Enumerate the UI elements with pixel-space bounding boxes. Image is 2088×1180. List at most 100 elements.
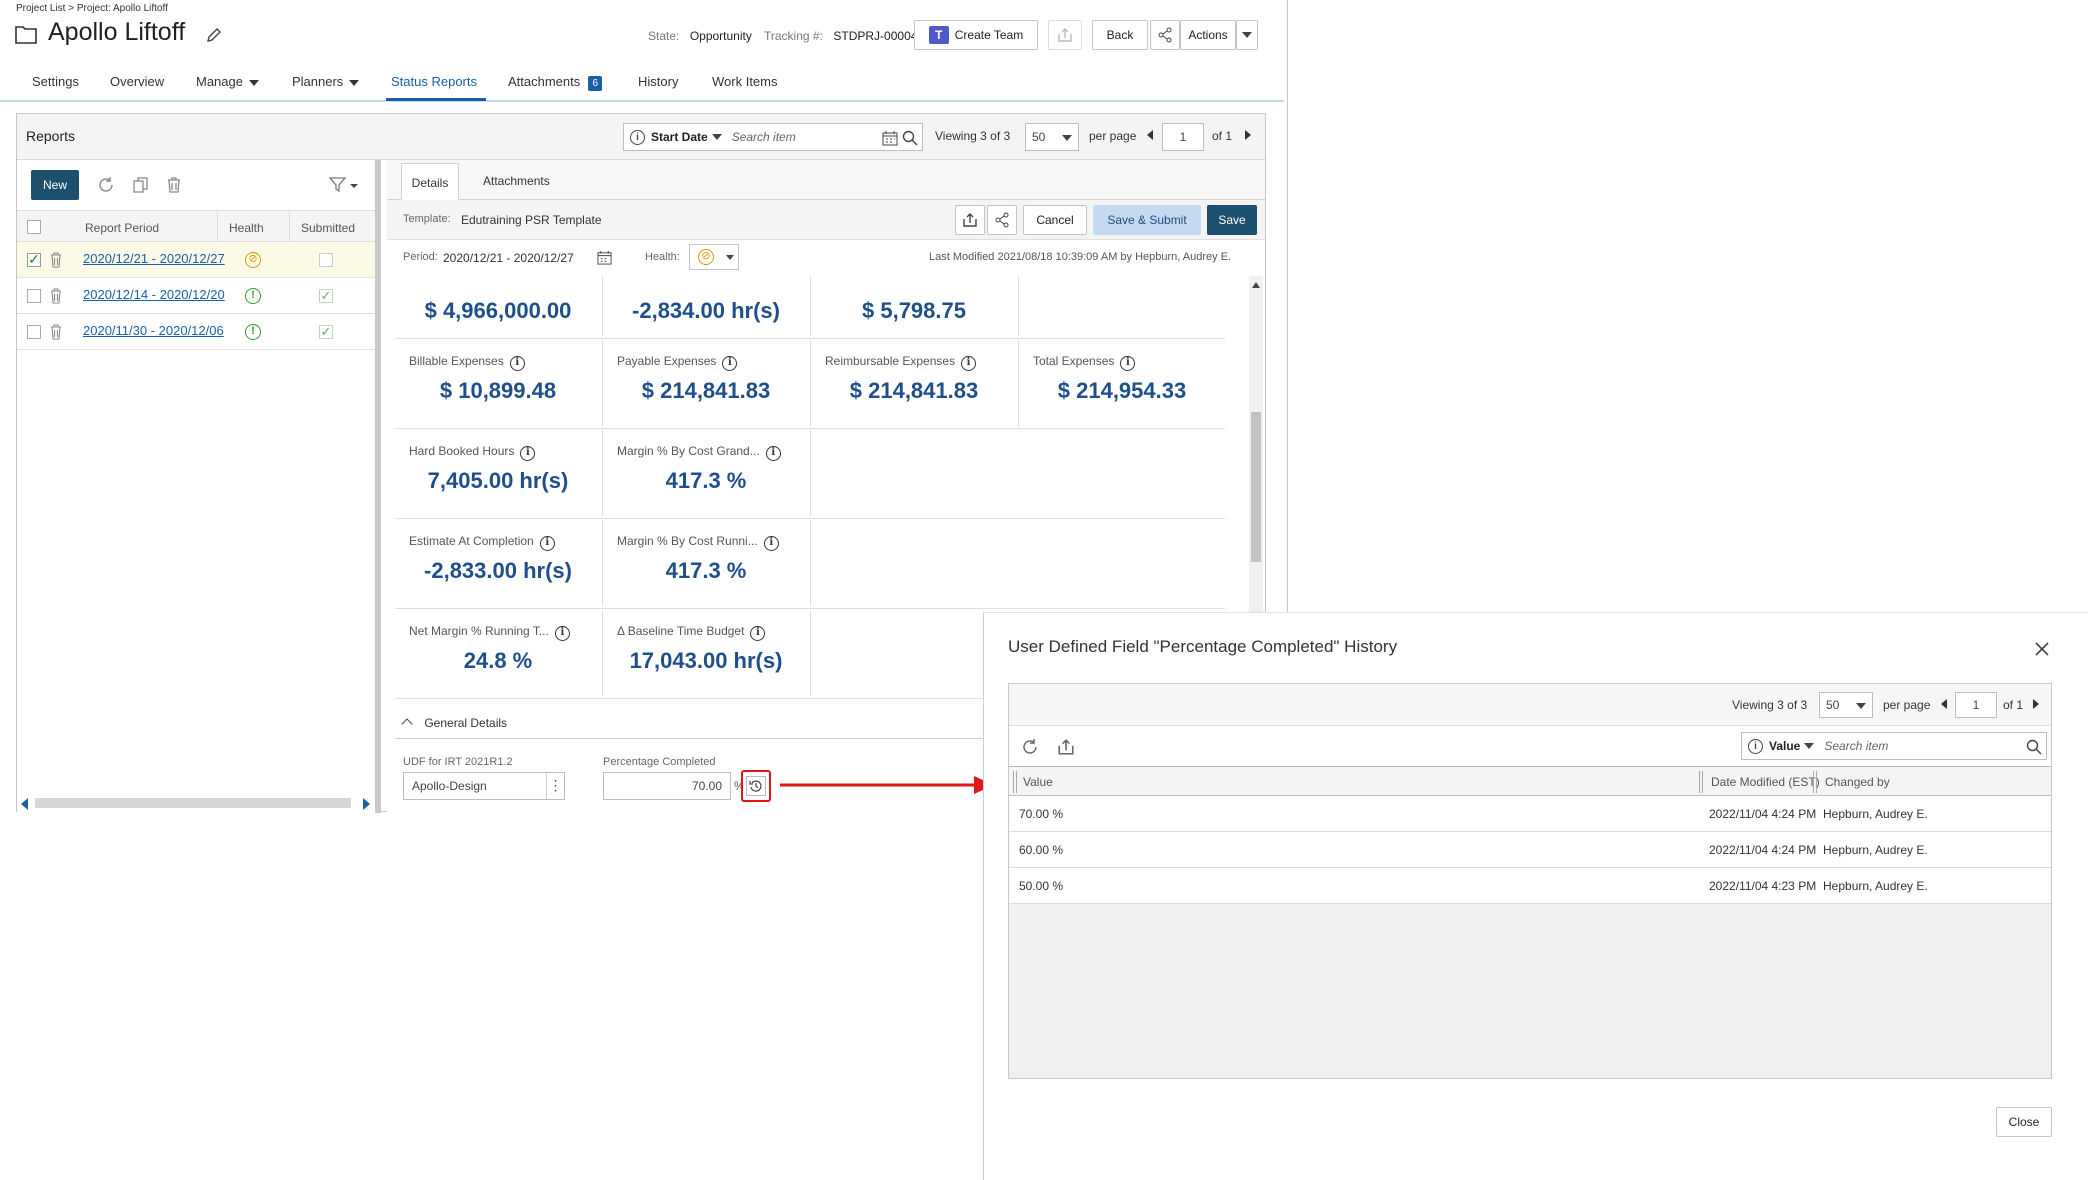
udf-field[interactable]: Apollo-Design ⋮ — [403, 772, 565, 800]
tab-status-reports[interactable]: Status Reports — [391, 74, 477, 89]
info-icon[interactable]: i — [1120, 356, 1136, 371]
save-button[interactable]: Save — [1207, 205, 1257, 235]
general-details-header[interactable]: General Details — [401, 716, 507, 730]
copy-icon[interactable] — [132, 176, 150, 194]
percentage-completed-input[interactable]: 70.00 — [603, 772, 731, 800]
row-checkbox[interactable] — [27, 289, 41, 303]
search-icon[interactable] — [2026, 739, 2042, 755]
page-size-select[interactable]: 50 — [1819, 692, 1873, 718]
calendar-icon[interactable] — [882, 130, 898, 146]
delete-icon[interactable] — [165, 176, 183, 194]
actions-dropdown-button[interactable] — [1236, 20, 1258, 50]
actions-button[interactable]: Actions — [1180, 20, 1236, 50]
more-options-icon[interactable]: ⋮ — [546, 773, 564, 799]
export-button[interactable] — [955, 205, 985, 235]
prev-page-icon[interactable] — [1147, 130, 1153, 140]
scrollbar-thumb[interactable] — [1251, 412, 1261, 562]
page-number-input[interactable]: 1 — [1955, 692, 1997, 718]
row-checkbox-checked[interactable]: ✓ — [27, 252, 41, 267]
calendar-icon[interactable] — [597, 250, 612, 265]
search-icon[interactable] — [902, 130, 918, 146]
col-submitted[interactable]: Submitted — [301, 221, 355, 235]
health-select[interactable]: ⊘ — [689, 244, 739, 270]
report-period-link[interactable]: 2020/11/30 - 2020/12/06 — [83, 323, 224, 338]
divider — [810, 520, 811, 606]
search-input[interactable]: i Start Date Search item — [623, 123, 923, 151]
breadcrumb[interactable]: Project List > Project: Apollo Liftoff — [16, 3, 168, 14]
delete-icon[interactable] — [49, 288, 63, 304]
next-page-icon[interactable] — [2033, 699, 2039, 709]
save-submit-button[interactable]: Save & Submit — [1093, 205, 1201, 235]
tab-planners[interactable]: Planners — [292, 74, 360, 89]
info-icon[interactable]: i — [961, 356, 977, 371]
info-icon[interactable]: i — [509, 356, 525, 371]
scroll-up-icon[interactable] — [1252, 282, 1260, 288]
col-health[interactable]: Health — [229, 221, 264, 235]
col-report-period[interactable]: Report Period — [85, 221, 159, 235]
history-button[interactable] — [746, 776, 766, 796]
table-row[interactable]: 2020/12/14 - 2020/12/20 ! ✓ — [17, 278, 375, 314]
delete-icon[interactable] — [49, 324, 63, 340]
close-button[interactable]: Close — [1996, 1107, 2052, 1137]
report-period-link[interactable]: 2020/12/21 - 2020/12/27 — [83, 251, 225, 266]
table-row[interactable]: 2020/11/30 - 2020/12/06 ! ✓ — [17, 314, 375, 350]
scroll-left-icon[interactable] — [21, 798, 28, 810]
column-resize-handle[interactable] — [1699, 771, 1703, 793]
horizontal-scrollbar[interactable] — [17, 794, 375, 812]
new-button[interactable]: New — [31, 170, 79, 200]
info-icon[interactable]: i — [765, 446, 781, 461]
next-page-icon[interactable] — [1245, 130, 1251, 140]
state-value: Opportunity — [689, 29, 752, 43]
tab-details[interactable]: Details — [401, 163, 459, 201]
table-row[interactable]: 60.00 % 2022/11/04 4:24 PM Hepburn, Audr… — [1009, 832, 2051, 868]
tab-history[interactable]: History — [638, 74, 678, 89]
info-icon[interactable]: i — [722, 356, 738, 371]
close-icon[interactable] — [2034, 641, 2050, 657]
page-size-select[interactable]: 50 — [1025, 123, 1079, 151]
info-icon[interactable]: i — [539, 536, 555, 551]
export-button[interactable] — [1048, 20, 1082, 50]
column-resize-handle[interactable] — [1813, 771, 1817, 793]
history-grid-header: Value Date Modified (EST) Changed by — [1009, 766, 2051, 796]
col-value[interactable]: Value — [1023, 775, 1053, 789]
back-button[interactable]: Back — [1092, 20, 1148, 50]
prev-page-icon[interactable] — [1941, 699, 1947, 709]
history-grid: Viewing 3 of 3 50 per page 1 of 1 i Valu… — [1008, 683, 2052, 1079]
table-row[interactable]: 70.00 % 2022/11/04 4:24 PM Hepburn, Audr… — [1009, 796, 2051, 832]
metric-card: Billable Expenses i $ 10,899.48 — [395, 340, 601, 428]
share-button[interactable] — [987, 205, 1017, 235]
report-period-link[interactable]: 2020/12/14 - 2020/12/20 — [83, 287, 225, 302]
edit-pencil-icon[interactable] — [205, 26, 223, 44]
table-row[interactable]: 50.00 % 2022/11/04 4:23 PM Hepburn, Audr… — [1009, 868, 2051, 904]
refresh-icon[interactable] — [97, 176, 115, 194]
tab-work-items[interactable]: Work Items — [712, 74, 778, 89]
tab-manage[interactable]: Manage — [196, 74, 259, 89]
tab-detail-attachments[interactable]: Attachments — [483, 174, 550, 188]
page-number-input[interactable]: 1 — [1162, 123, 1204, 151]
info-icon[interactable]: i — [554, 626, 570, 641]
info-icon[interactable]: i — [750, 626, 766, 641]
delete-icon[interactable] — [49, 252, 63, 268]
info-icon[interactable]: i — [763, 536, 779, 551]
col-changed-by[interactable]: Changed by — [1825, 775, 1890, 789]
filter-field-select[interactable]: Value — [1769, 739, 1800, 753]
filter-icon[interactable] — [329, 176, 359, 194]
search-input[interactable]: i Value Search item — [1741, 732, 2047, 760]
export-icon[interactable] — [1057, 738, 1075, 756]
scroll-right-icon[interactable] — [363, 798, 370, 810]
share-button[interactable] — [1150, 20, 1180, 50]
column-resize-handle[interactable] — [1013, 771, 1017, 793]
cancel-button[interactable]: Cancel — [1023, 205, 1087, 235]
scrollbar-thumb[interactable] — [35, 798, 351, 808]
tab-settings[interactable]: Settings — [32, 74, 79, 89]
sort-field-select[interactable]: Start Date — [651, 130, 708, 144]
create-team-button[interactable]: T Create Team — [914, 20, 1038, 50]
info-icon[interactable]: i — [520, 446, 536, 461]
row-checkbox[interactable] — [27, 325, 41, 339]
table-row[interactable]: ✓ 2020/12/21 - 2020/12/27 ⊘ — [17, 242, 375, 278]
tab-overview[interactable]: Overview — [110, 74, 164, 89]
select-all-checkbox[interactable] — [27, 220, 41, 234]
col-date-modified[interactable]: Date Modified (EST) — [1711, 775, 1820, 789]
tab-attachments[interactable]: Attachments 6 — [508, 74, 603, 91]
refresh-icon[interactable] — [1021, 738, 1039, 756]
